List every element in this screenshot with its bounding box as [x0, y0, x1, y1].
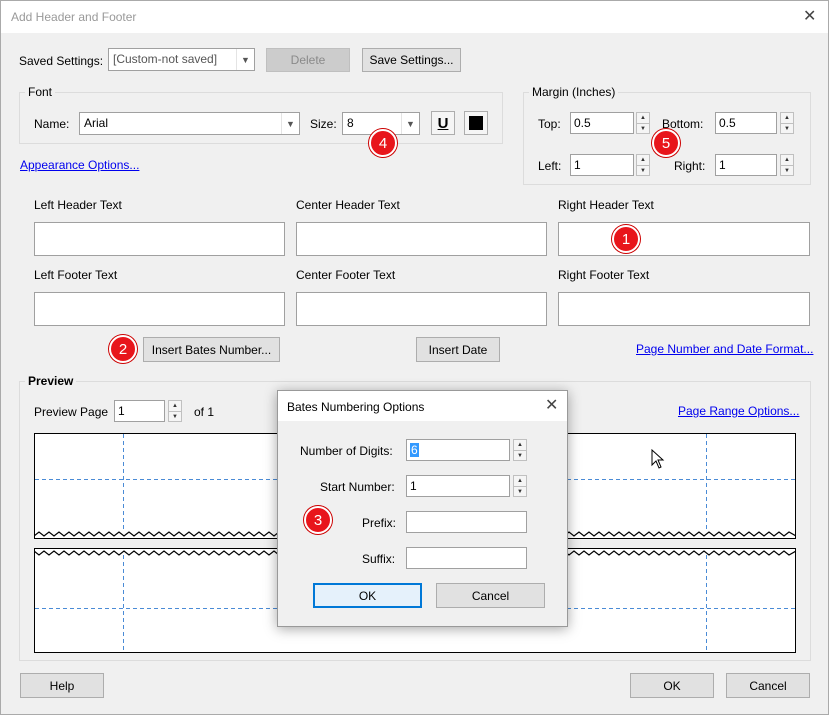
title-bar: Add Header and Footer ✕: [1, 1, 828, 33]
save-settings-button[interactable]: Save Settings...: [362, 48, 461, 72]
font-size-label: Size:: [310, 117, 337, 131]
margin-right-value: 1: [719, 158, 726, 172]
center-header-label: Center Header Text: [296, 198, 400, 212]
font-size-value: 8: [347, 116, 354, 130]
help-button[interactable]: Help: [20, 673, 104, 698]
page-number-date-format-link[interactable]: Page Number and Date Format...: [636, 342, 813, 356]
left-footer-label: Left Footer Text: [34, 268, 118, 282]
digits-label: Number of Digits:: [300, 444, 393, 458]
digits-stepper[interactable]: ▲ ▼: [513, 439, 527, 461]
color-swatch-icon: [469, 116, 483, 130]
digits-input[interactable]: 6: [406, 439, 510, 461]
left-footer-input[interactable]: [34, 292, 285, 326]
ok-button[interactable]: OK: [630, 673, 714, 698]
saved-settings-value: [Custom-not saved]: [113, 52, 218, 66]
close-icon[interactable]: ✕: [803, 9, 816, 25]
insert-bates-number-button[interactable]: Insert Bates Number...: [143, 337, 280, 362]
font-name-value: Arial: [84, 116, 109, 130]
window-title: Add Header and Footer: [11, 10, 137, 24]
margin-top-input[interactable]: 0.5: [570, 112, 634, 134]
cancel-button[interactable]: Cancel: [726, 673, 810, 698]
preview-group-title: Preview: [25, 374, 77, 388]
suffix-input[interactable]: [406, 547, 527, 569]
insert-date-button[interactable]: Insert Date: [416, 337, 500, 362]
preview-page-count: of 1: [194, 405, 215, 419]
saved-settings-label: Saved Settings:: [19, 54, 104, 68]
annotation-badge-2: 2: [109, 335, 137, 363]
page-range-options-link[interactable]: Page Range Options...: [678, 404, 799, 418]
chevron-down-icon: ▼: [236, 49, 254, 70]
center-footer-label: Center Footer Text: [296, 268, 396, 282]
left-header-label: Left Header Text: [34, 198, 122, 212]
right-footer-input[interactable]: [558, 292, 810, 326]
margin-group-title: Margin (Inches): [529, 85, 619, 99]
left-header-input[interactable]: [34, 222, 285, 256]
preview-page-input[interactable]: 1: [114, 400, 165, 422]
margin-left-label: Left:: [538, 159, 562, 173]
start-number-input[interactable]: 1: [406, 475, 510, 497]
margin-right-stepper[interactable]: ▲ ▼: [780, 154, 794, 176]
font-group-title: Font: [25, 85, 56, 99]
margin-top-value: 0.5: [574, 116, 591, 130]
bates-ok-button[interactable]: OK: [313, 583, 422, 608]
bates-cancel-button[interactable]: Cancel: [436, 583, 545, 608]
margin-right-label: Right:: [674, 159, 706, 173]
preview-page-label: Preview Page: [34, 405, 109, 419]
close-icon[interactable]: ✕: [545, 398, 558, 414]
appearance-options-link[interactable]: Appearance Options...: [20, 158, 139, 172]
font-color-button[interactable]: [464, 111, 488, 135]
margin-top-stepper[interactable]: ▲ ▼: [636, 112, 650, 134]
bates-dialog-title: Bates Numbering Options: [287, 400, 425, 414]
chevron-down-icon: ▼: [401, 113, 419, 134]
annotation-badge-5: 5: [652, 129, 680, 157]
margin-left-input[interactable]: 1: [570, 154, 634, 176]
margin-top-label: Top:: [538, 117, 561, 131]
right-footer-label: Right Footer Text: [558, 268, 650, 282]
center-header-input[interactable]: [296, 222, 547, 256]
margin-left-stepper[interactable]: ▲ ▼: [636, 154, 650, 176]
saved-settings-select[interactable]: [Custom-not saved] ▼: [108, 48, 255, 71]
preview-page-stepper[interactable]: ▲ ▼: [168, 400, 182, 422]
suffix-label: Suffix:: [362, 552, 396, 566]
digits-value: 6: [410, 443, 419, 457]
annotation-badge-1: 1: [612, 225, 640, 253]
start-number-value: 1: [410, 479, 417, 493]
annotation-badge-4: 4: [369, 129, 397, 157]
center-footer-input[interactable]: [296, 292, 547, 326]
margin-left-value: 1: [574, 158, 581, 172]
margin-bottom-value: 0.5: [719, 116, 736, 130]
bates-dialog-title-bar: Bates Numbering Options ✕: [278, 391, 567, 421]
font-name-select[interactable]: Arial ▼: [79, 112, 300, 135]
right-header-input[interactable]: [558, 222, 810, 256]
annotation-badge-3: 3: [304, 506, 332, 534]
delete-button[interactable]: Delete: [266, 48, 350, 72]
start-number-stepper[interactable]: ▲ ▼: [513, 475, 527, 497]
right-header-label: Right Header Text: [558, 198, 654, 212]
underline-icon: U: [437, 114, 449, 132]
margin-right-input[interactable]: 1: [715, 154, 777, 176]
margin-bottom-input[interactable]: 0.5: [715, 112, 777, 134]
prefix-input[interactable]: [406, 511, 527, 533]
font-name-label: Name:: [34, 117, 70, 131]
margin-bottom-stepper[interactable]: ▲ ▼: [780, 112, 794, 134]
prefix-label: Prefix:: [362, 516, 397, 530]
add-header-footer-window: Add Header and Footer ✕ Saved Settings: …: [0, 0, 829, 715]
chevron-down-icon: ▼: [281, 113, 299, 134]
start-number-label: Start Number:: [320, 480, 395, 494]
preview-page-value: 1: [118, 404, 125, 418]
underline-button[interactable]: U: [431, 111, 455, 135]
mouse-cursor-icon: [651, 449, 665, 469]
